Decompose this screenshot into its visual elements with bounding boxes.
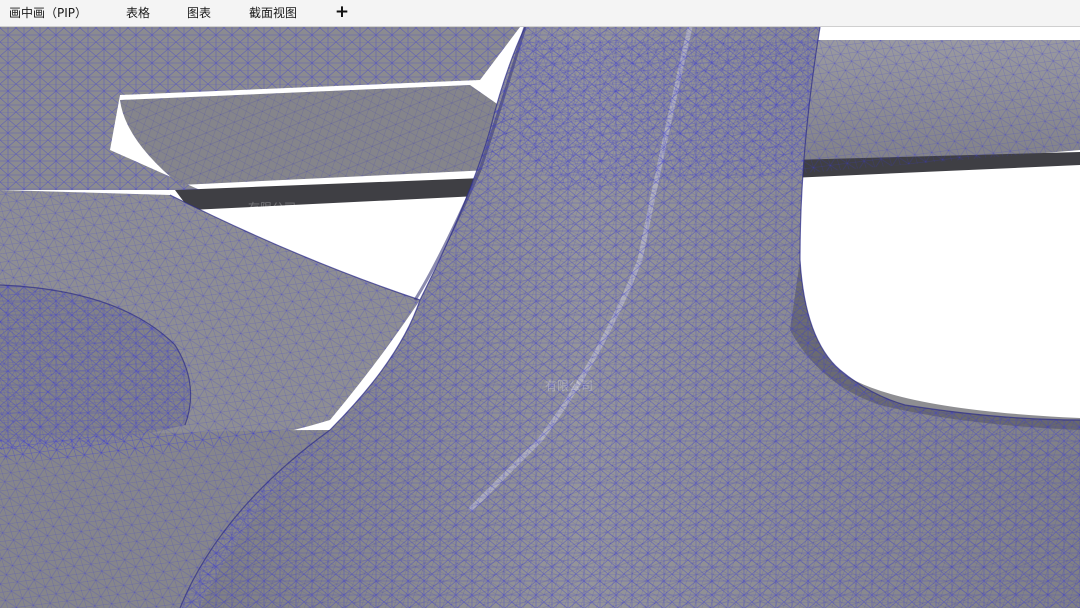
app-window: 画中画（PIP） 表格 图表 截面视图 + 有限公司 有限公司 有限公司 <box>0 0 1080 608</box>
tab-pip[interactable]: 画中画（PIP） <box>9 0 87 26</box>
view-tab-bar: 画中画（PIP） 表格 图表 截面视图 + <box>0 0 1080 27</box>
watermark-text: 有限公司 <box>1010 401 1058 415</box>
3d-mesh-viewport[interactable]: 有限公司 有限公司 有限公司 <box>0 27 1080 608</box>
tab-table[interactable]: 表格 <box>126 0 150 26</box>
tab-chart[interactable]: 图表 <box>187 0 211 26</box>
add-tab-button[interactable]: + <box>334 0 350 26</box>
mesh-canvas: 有限公司 有限公司 有限公司 <box>0 27 1080 608</box>
watermark-text: 有限公司 <box>545 379 593 393</box>
tab-section-view[interactable]: 截面视图 <box>249 0 297 26</box>
watermark-text: 有限公司 <box>248 201 296 215</box>
